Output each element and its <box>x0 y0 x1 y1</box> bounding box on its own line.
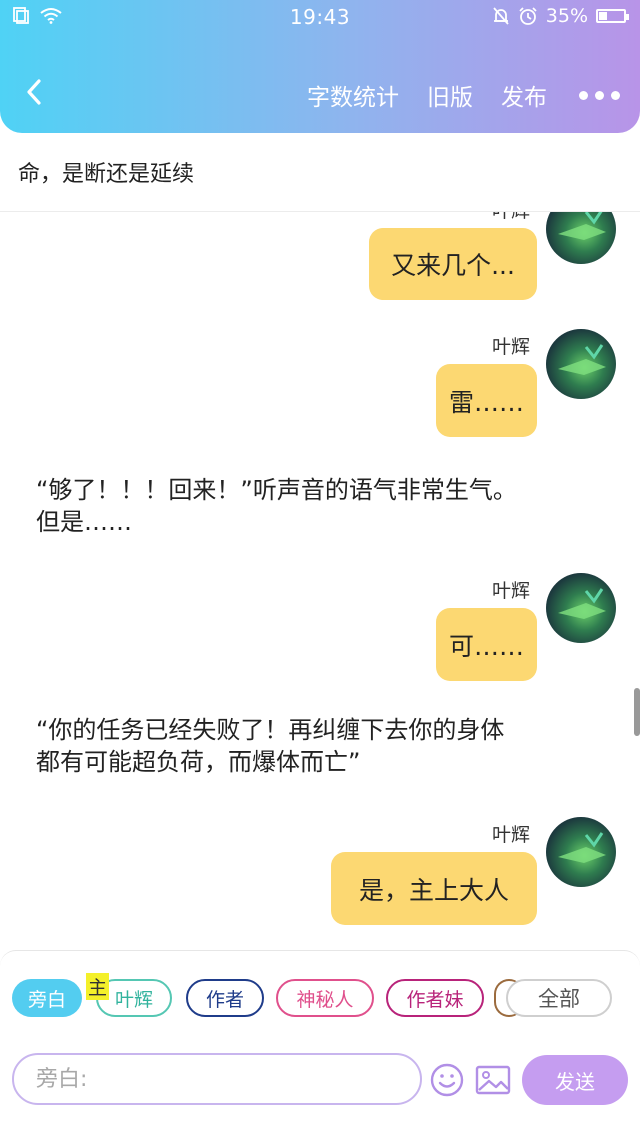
narration-text[interactable]: “够了！！！回来！”听声音的语气非常生气。 但是…… <box>36 474 517 538</box>
send-button[interactable]: 发送 <box>522 1055 628 1105</box>
chapter-title[interactable]: 命，是断还是延续 <box>18 156 194 188</box>
back-button[interactable] <box>16 74 52 110</box>
more-dot-icon <box>579 90 588 100</box>
nav-bar: 字数统计 旧版 发布 <box>0 60 640 130</box>
battery-fill <box>599 12 608 20</box>
role-chip-narration[interactable]: 旁白 <box>12 979 82 1017</box>
role-chip-author-sister[interactable]: 作者妹 <box>386 979 484 1017</box>
narration-line: 但是…… <box>36 508 132 536</box>
status-bar: 19:43 35% <box>0 0 640 34</box>
mute-bell-icon <box>493 7 509 25</box>
old-version-button[interactable]: 旧版 <box>427 78 473 112</box>
speaker-name: 叶辉 <box>492 212 530 223</box>
avatar[interactable] <box>546 212 616 264</box>
avatar[interactable] <box>546 817 616 887</box>
smiley-icon <box>430 1063 464 1097</box>
more-dot-icon <box>611 90 620 100</box>
status-right-icons: 35% <box>492 5 629 27</box>
app-header: 19:43 35% 字数统计 旧版 发布 <box>0 0 640 133</box>
publish-button[interactable]: 发布 <box>501 78 547 112</box>
battery-percent: 35% <box>545 5 588 27</box>
narration-text[interactable]: “你的任务已经失败了！再纠缠下去你的身体 都有可能超负荷，而爆体而亡” <box>36 714 504 778</box>
chat-area[interactable]: 叶辉 又来几个... 叶辉 雷…… “够了！！！回来！”听声音的语气非常生气。 … <box>0 212 640 950</box>
speaker-name: 叶辉 <box>492 824 531 846</box>
word-count-button[interactable]: 字数统计 <box>307 78 399 112</box>
image-icon <box>475 1065 511 1095</box>
message-bubble[interactable]: 是，主上大人 <box>331 852 537 925</box>
message-bubble[interactable]: 又来几个... <box>369 228 537 300</box>
narration-line: 都有可能超负荷，而爆体而亡” <box>36 748 361 776</box>
alarm-clock-icon <box>519 7 537 25</box>
narration-line: “你的任务已经失败了！再纠缠下去你的身体 <box>36 716 505 744</box>
scrollbar-thumb[interactable] <box>634 688 640 736</box>
message-bubble[interactable]: 可…… <box>436 608 537 681</box>
more-dot-icon <box>595 90 604 100</box>
message-bubble[interactable]: 雷…… <box>436 364 537 437</box>
narration-line: “够了！！！回来！”听声音的语气非常生气。 <box>36 476 517 504</box>
message-input[interactable] <box>12 1053 422 1105</box>
avatar[interactable] <box>546 573 616 643</box>
avatar[interactable] <box>546 329 616 399</box>
speaker-name: 叶辉 <box>492 580 531 602</box>
image-button[interactable] <box>474 1062 512 1098</box>
highlight-mark: 主 <box>86 973 110 1000</box>
emoji-button[interactable] <box>429 1062 465 1098</box>
speaker-name: 叶辉 <box>492 336 531 358</box>
nav-actions: 字数统计 旧版 发布 <box>307 78 620 112</box>
more-options-button[interactable] <box>575 90 620 100</box>
role-chip-all[interactable]: 全部 <box>506 979 612 1017</box>
battery-icon <box>596 9 629 23</box>
role-chip-mystery[interactable]: 神秘人 <box>276 979 374 1017</box>
chevron-left-icon <box>27 79 41 105</box>
role-chip-author[interactable]: 作者 <box>186 979 264 1017</box>
composer-panel: 旁白 叶辉 作者 神秘人 作者妹 全部 主 发送 <box>0 950 640 1139</box>
role-selector: 旁白 叶辉 作者 神秘人 作者妹 全部 主 <box>0 973 640 1021</box>
